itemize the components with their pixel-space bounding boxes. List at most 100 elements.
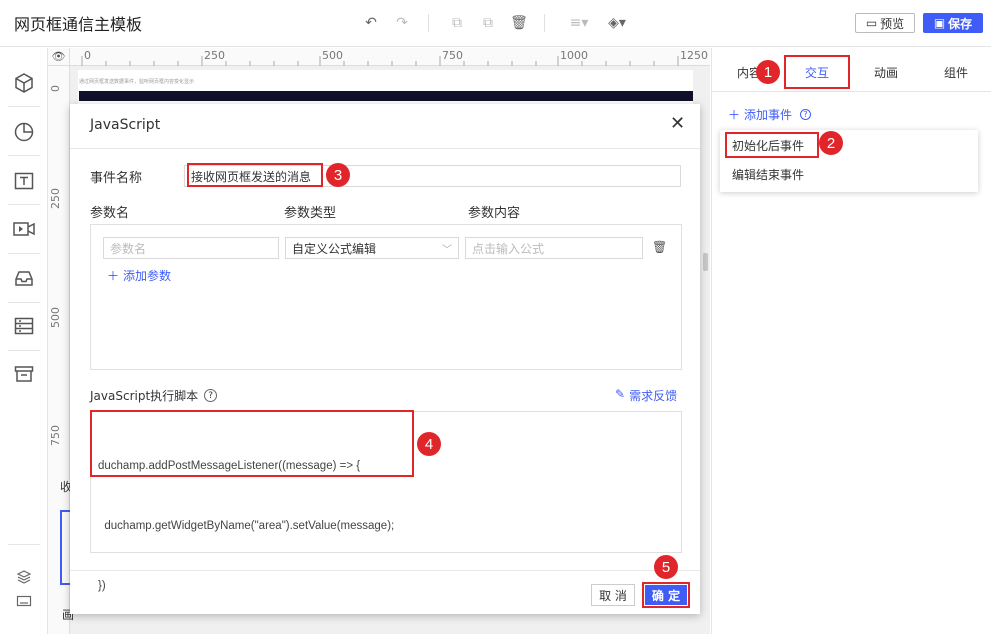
inbox-icon[interactable]	[11, 265, 37, 291]
confirm-button[interactable]: 确 定	[645, 585, 687, 605]
param-content-input[interactable]: 点击输入公式	[465, 237, 643, 259]
list-icon[interactable]	[11, 313, 37, 339]
component-sidebar	[0, 48, 48, 634]
javascript-dialog: JavaScript ✕ 事件名称 接收网页框发送的消息 3 参数名 参数类型 …	[70, 104, 700, 614]
toolbar-divider	[428, 14, 429, 32]
ruler-label: 1000	[560, 49, 588, 62]
ruler-horizontal: 0 250 500 750 1000 1250	[70, 48, 710, 66]
highlight-box-5: 确 定	[642, 582, 690, 608]
preview-button[interactable]: ▭ 预览	[855, 13, 915, 33]
text-icon[interactable]	[11, 168, 37, 194]
ruler-label: 500	[322, 49, 343, 62]
plus-icon: ＋	[728, 108, 741, 122]
sidebar-divider	[8, 253, 40, 254]
sidebar-divider	[8, 544, 40, 545]
ruler-label: 750	[442, 49, 463, 62]
chevron-down-icon: ﹀	[442, 244, 452, 256]
save-icon: ▣	[933, 16, 946, 30]
undo-icon[interactable]: ↶	[361, 13, 381, 33]
layer-icon[interactable]: ◈▾	[604, 13, 630, 33]
feedback-label: 需求反馈	[629, 389, 678, 403]
script-label-row: JavaScript执行脚本 ?	[90, 387, 218, 404]
paste-icon[interactable]: ⧉	[478, 13, 498, 33]
save-button[interactable]: ▣ 保存	[923, 13, 983, 33]
event-option-edit-end[interactable]: 编辑结束事件	[732, 166, 804, 183]
align-icon[interactable]: ≡▾	[566, 13, 592, 33]
annotation-badge-4: 4	[417, 432, 441, 456]
ruler-label: 500	[49, 307, 62, 328]
highlight-box-3	[187, 163, 323, 187]
ruler-label: 0	[49, 85, 62, 92]
code-line: duchamp.getWidgetByName("area").setValue…	[98, 520, 395, 532]
event-name-label: 事件名称	[90, 171, 143, 186]
param-table: 参数名 自定义公式编辑 ﹀ 点击输入公式 🗑 ＋ 添加参数	[90, 224, 682, 370]
param-content-placeholder: 点击输入公式	[472, 241, 545, 256]
redo-icon[interactable]: ↷	[392, 13, 412, 33]
annotation-badge-2: 2	[819, 131, 843, 155]
preview-label: 预览	[880, 16, 905, 31]
delete-icon[interactable]: 🗑	[509, 13, 529, 33]
add-param-label: 添加参数	[123, 269, 172, 283]
tab-interaction[interactable]: 交互	[784, 55, 850, 89]
dialog-footer-divider	[70, 570, 700, 571]
property-panel: 内容 交互 动画 组件 1 ＋ 添加事件 ? 初始化后事件 编辑结束事件 2	[711, 48, 991, 634]
ruler-label: 750	[49, 425, 62, 446]
feedback-link[interactable]: ✎ 需求反馈	[615, 387, 677, 404]
sidebar-divider	[8, 350, 40, 351]
save-label: 保存	[948, 16, 973, 31]
param-name-input[interactable]: 参数名	[103, 237, 279, 259]
layers-icon[interactable]	[11, 564, 37, 590]
param-type-select[interactable]: 自定义公式编辑 ﹀	[285, 237, 459, 259]
sidebar-divider	[8, 106, 40, 107]
pie-chart-icon[interactable]	[11, 119, 37, 145]
page-title: 网页框通信主模板	[14, 15, 143, 34]
dark-header-band	[79, 91, 693, 101]
dialog-divider	[70, 148, 700, 149]
plus-icon: ＋	[107, 269, 120, 283]
video-icon[interactable]	[11, 216, 37, 242]
annotation-badge-5: 5	[654, 555, 678, 579]
close-icon[interactable]: ✕	[670, 115, 685, 133]
cube-icon[interactable]	[11, 70, 37, 96]
banner-text: 通过网页框发送数据事件，监听网页框内容变化显示	[79, 79, 195, 85]
keyboard-icon[interactable]	[11, 588, 37, 614]
help-icon[interactable]: ?	[800, 109, 812, 120]
edit-icon: ✎	[615, 387, 626, 401]
tab-components[interactable]: 组件	[924, 55, 988, 89]
help-icon[interactable]: ?	[204, 389, 218, 402]
cancel-button[interactable]: 取 消	[591, 584, 635, 606]
sidebar-divider	[8, 204, 40, 205]
event-dropdown: 初始化后事件 编辑结束事件	[720, 130, 978, 192]
param-name-placeholder: 参数名	[110, 241, 147, 256]
param-header-name: 参数名	[90, 206, 130, 221]
delete-param-icon[interactable]: 🗑	[652, 240, 667, 254]
script-label: JavaScript执行脚本	[90, 389, 199, 403]
event-option-init[interactable]: 初始化后事件	[725, 132, 819, 158]
sidebar-divider	[8, 155, 40, 156]
annotation-badge-1: 1	[756, 60, 780, 84]
dialog-title: JavaScript	[90, 117, 161, 133]
top-toolbar: 网页框通信主模板 ↶ ↷ ⧉ ⧉ 🗑 ≡▾ ◈▾ ▭ 预览 ▣ 保存	[0, 0, 991, 47]
ruler-label: 250	[204, 49, 225, 62]
ruler-label: 1250	[680, 49, 708, 62]
sidebar-divider	[8, 302, 40, 303]
copy-icon[interactable]: ⧉	[447, 13, 467, 33]
monitor-icon: ▭	[865, 16, 878, 30]
add-event-label: 添加事件	[744, 108, 793, 122]
ruler-label: 0	[84, 49, 91, 62]
archive-icon[interactable]	[11, 361, 37, 387]
toolbar-divider	[544, 14, 545, 32]
tab-animation[interactable]: 动画	[856, 55, 916, 89]
scrollbar-thumb[interactable]	[703, 253, 708, 271]
highlight-box-4	[90, 410, 414, 477]
param-type-value: 自定义公式编辑	[292, 241, 377, 256]
ruler-label: 250	[49, 188, 62, 209]
param-header-type: 参数类型	[284, 206, 337, 221]
code-line: })	[98, 580, 106, 592]
add-event-link[interactable]: ＋ 添加事件 ?	[728, 106, 812, 123]
tab-divider	[712, 91, 991, 92]
eye-icon[interactable]: 👁	[48, 48, 70, 66]
annotation-badge-3: 3	[326, 163, 350, 187]
add-param-link[interactable]: ＋ 添加参数	[107, 267, 171, 284]
widget-selection[interactable]	[60, 510, 70, 585]
